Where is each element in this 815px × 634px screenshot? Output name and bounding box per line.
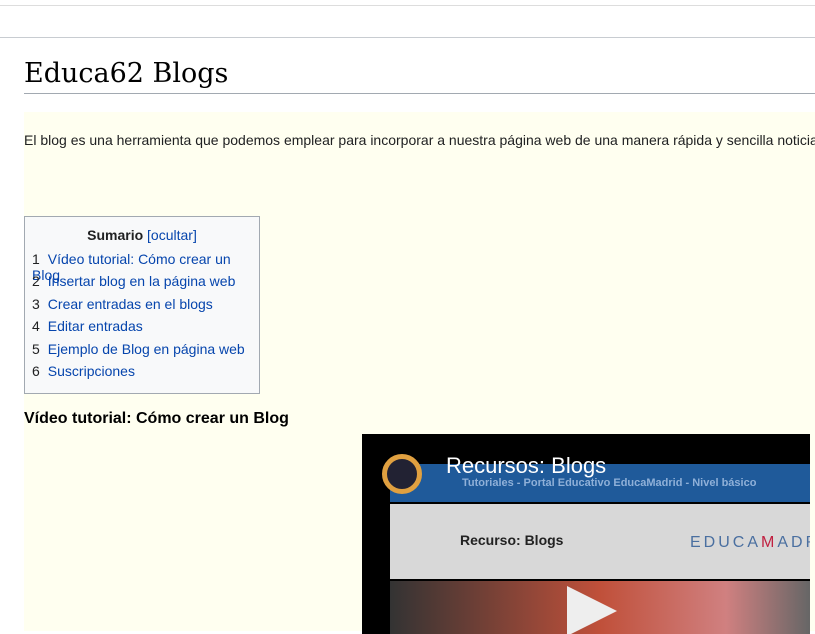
toc-num: 3 (32, 295, 40, 312)
toc-num: 5 (32, 340, 40, 357)
table-of-contents: Sumario [ocultar] 1 Vídeo tutorial: Cómo … (24, 216, 260, 394)
section-heading: Vídeo tutorial: Cómo crear un Blog (24, 410, 289, 427)
toc-num: 6 (32, 362, 40, 379)
toc-item[interactable]: 3 Crear entradas en el blogs (32, 296, 259, 318)
toc-link[interactable]: Editar entradas (48, 318, 143, 334)
toc-item[interactable]: 2 Insertar blog en la página web (32, 273, 259, 295)
intro-text: El blog es una herramienta que podemos e… (24, 132, 815, 148)
toc-num: 1 (32, 251, 40, 267)
brand-part: M (761, 534, 778, 551)
toc-title: Sumario [ocultar] (25, 227, 259, 243)
toc-item[interactable]: 4 Editar entradas (32, 318, 259, 340)
toc-link[interactable]: Crear entradas en el blogs (48, 296, 213, 312)
toc-num: 4 (32, 318, 40, 335)
page-title: Educa62 Blogs (24, 57, 815, 94)
toc-item[interactable]: 5 Ejemplo de Blog en página web (32, 341, 259, 363)
brand-part: ADRID (777, 534, 810, 551)
toc-num: 2 (32, 273, 40, 290)
toc-link[interactable]: Insertar blog en la página web (48, 273, 236, 289)
toc-link[interactable]: Ejemplo de Blog en página web (48, 341, 245, 357)
educamadrid-logo: EDUCAMADRID (690, 534, 810, 552)
brand-part: EDUCA (690, 534, 762, 551)
video-player[interactable]: Tutoriales - Portal Educativo EducaMadri… (362, 434, 810, 634)
nav-divider (0, 37, 815, 38)
content-area: El blog es una herramienta que podemos e… (24, 112, 815, 634)
channel-logo-icon[interactable] (382, 454, 422, 494)
top-divider (0, 5, 815, 6)
video-title[interactable]: Recursos: Blogs (446, 453, 606, 479)
toc-link[interactable]: Suscripciones (48, 363, 135, 379)
toc-toggle-link[interactable]: [ocultar] (147, 227, 197, 243)
toc-item[interactable]: 6 Suscripciones (32, 363, 259, 385)
play-icon[interactable] (567, 586, 617, 634)
toc-item[interactable]: 1 Vídeo tutorial: Cómo crear un Blog (32, 251, 259, 283)
panel-text: Recurso: Blogs (460, 532, 564, 548)
toc-title-text: Sumario (87, 227, 144, 243)
video-panel: Recurso: Blogs EDUCAMADRID (390, 504, 810, 579)
